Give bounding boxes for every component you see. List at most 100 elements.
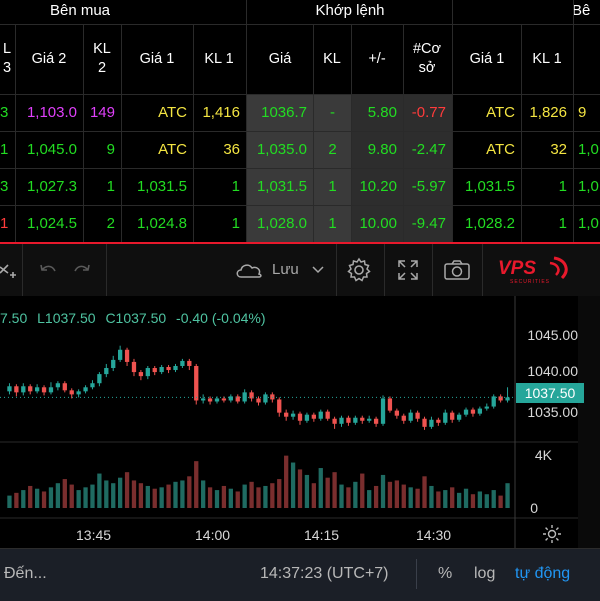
board-cell-s-gia1[interactable]: 1,028.2 — [453, 205, 521, 243]
volume-bar — [214, 490, 220, 508]
candlestick-chart[interactable] — [0, 296, 578, 548]
board-cell-change[interactable]: 10.20 — [352, 168, 403, 206]
candle-body — [332, 418, 337, 424]
header-kl2[interactable]: KL 2 — [84, 24, 120, 94]
undo-button[interactable] — [38, 256, 60, 284]
chart-settings-button[interactable] — [541, 523, 563, 545]
board-cell-change[interactable]: 10.00 — [352, 205, 403, 243]
board-cell-basis[interactable]: -2.47 — [404, 131, 452, 169]
board-cell-gia2[interactable]: 1,045.0 — [16, 131, 83, 169]
board-cell-kl1[interactable]: 1,416 — [194, 94, 246, 132]
board-cell-gia1[interactable]: ATC — [122, 131, 193, 169]
board-cell-s-gia1[interactable]: ATC — [453, 131, 521, 169]
goto-date-button[interactable]: Đến... — [4, 565, 47, 583]
board-cell-kl1[interactable]: 36 — [194, 131, 246, 169]
board-cell-kl2[interactable]: 2 — [84, 205, 121, 243]
volume-bar — [367, 490, 372, 508]
board-cell-s-kl1[interactable]: 1,826 — [522, 94, 573, 132]
board-cell-kl1[interactable]: 1 — [194, 168, 246, 206]
header-match-price[interactable]: Giá — [248, 24, 312, 94]
board-cell-vol[interactable]: - — [314, 94, 351, 132]
board-cell-gia1[interactable]: 1,024.8 — [122, 205, 193, 243]
cloud-icon — [236, 264, 262, 278]
header-kl3[interactable]: L3 — [0, 24, 14, 94]
candle-body — [28, 386, 33, 392]
indicator-button[interactable] — [0, 256, 20, 284]
log-scale-toggle[interactable]: log — [474, 565, 495, 583]
volume-bar — [34, 488, 40, 508]
board-cell-basis[interactable]: -5.97 — [404, 168, 452, 206]
candle-body — [69, 390, 74, 395]
board-cell-gia2[interactable]: 1,027.3 — [16, 168, 83, 206]
candle-body — [7, 386, 12, 392]
header-gia2[interactable]: Giá 2 — [16, 24, 82, 94]
board-cell-s-gia1[interactable]: ATC — [453, 94, 521, 132]
board-cell-price[interactable]: 1,031.5 — [247, 168, 313, 206]
board-cell-kl2[interactable]: 149 — [84, 94, 121, 132]
price-scale-strip[interactable] — [578, 296, 600, 548]
board-cell-kl3[interactable]: 1 — [0, 205, 15, 243]
candle-body — [277, 399, 282, 413]
board-cell-basis[interactable]: -0.77 — [404, 94, 452, 132]
board-cell-change[interactable]: 5.80 — [352, 94, 403, 132]
board-cell-gia1[interactable]: 1,031.5 — [122, 168, 193, 206]
volume-bar — [228, 488, 233, 508]
board-cell-kl3[interactable]: 3 — [0, 94, 15, 132]
header-kl1[interactable]: KL 1 — [194, 24, 244, 94]
board-cell-price[interactable]: 1,028.0 — [247, 205, 313, 243]
gear-icon — [543, 525, 561, 543]
board-cell-change[interactable]: 9.80 — [352, 131, 403, 169]
board-cell-vol[interactable]: 2 — [314, 131, 351, 169]
header-basis[interactable]: #Cơ sở — [404, 24, 450, 94]
candle-body — [380, 398, 386, 424]
header-sell-gia1[interactable]: Giá 1 — [454, 24, 520, 94]
board-cell-kl1[interactable]: 1 — [194, 205, 246, 243]
settings-button[interactable] — [346, 256, 374, 284]
candle-body — [152, 368, 157, 373]
board-cell-gia1[interactable]: ATC — [122, 94, 193, 132]
board-cell-s-gia2[interactable]: 1,0 — [574, 131, 600, 169]
board-cell-kl2[interactable]: 1 — [84, 168, 121, 206]
auto-scale-toggle[interactable]: tự động — [515, 565, 570, 583]
volume-bar — [290, 462, 296, 508]
candle-body — [450, 412, 455, 420]
redo-button[interactable] — [72, 256, 94, 284]
board-cell-vol[interactable]: 1 — [314, 168, 351, 206]
percent-scale-toggle[interactable]: % — [438, 565, 452, 583]
header-sell-kl1[interactable]: KL 1 — [522, 24, 572, 94]
header-match-vol[interactable]: KL — [314, 24, 350, 94]
board-cell-kl3[interactable]: 3 — [0, 168, 15, 206]
volume-bar — [159, 487, 164, 508]
legend-change: -0.40 (-0.04%) — [176, 310, 266, 326]
board-cell-gia2[interactable]: 1,103.0 — [16, 94, 83, 132]
volume-bar — [332, 472, 337, 508]
candle-body — [284, 412, 289, 417]
board-cell-s-gia2[interactable]: 1,0 — [574, 168, 600, 206]
volume-bar — [408, 487, 413, 508]
screenshot-button[interactable] — [443, 256, 471, 284]
clock-timezone[interactable]: 14:37:23 (UTC+7) — [260, 565, 389, 583]
board-cell-s-gia2[interactable]: 1,0 — [574, 205, 600, 243]
board-cell-price[interactable]: 1036.7 — [247, 94, 313, 132]
board-cell-s-kl1[interactable]: 1 — [522, 168, 573, 206]
board-cell-price[interactable]: 1,035.0 — [247, 131, 313, 169]
candle-body — [242, 392, 247, 402]
header-gia1[interactable]: Giá 1 — [122, 24, 192, 94]
board-cell-gia2[interactable]: 1,024.5 — [16, 205, 83, 243]
board-cell-s-kl1[interactable]: 1 — [522, 205, 573, 243]
save-layout-button[interactable]: Lưu — [234, 256, 330, 284]
board-cell-s-kl1[interactable]: 32 — [522, 131, 573, 169]
board-cell-vol[interactable]: 1 — [314, 205, 351, 243]
undo-icon — [40, 264, 56, 272]
board-cell-kl3[interactable]: 1 — [0, 131, 15, 169]
board-cell-s-gia1[interactable]: 1,031.5 — [453, 168, 521, 206]
board-cell-kl2[interactable]: 9 — [84, 131, 121, 169]
volume-bar — [41, 491, 47, 508]
fullscreen-button[interactable] — [396, 256, 422, 284]
candle-body — [41, 387, 47, 393]
candle-body — [62, 383, 67, 391]
candle-body — [373, 418, 379, 424]
header-change[interactable]: +/- — [352, 24, 402, 94]
board-cell-basis[interactable]: -9.47 — [404, 205, 452, 243]
board-cell-s-gia2[interactable]: 9 — [574, 94, 600, 132]
